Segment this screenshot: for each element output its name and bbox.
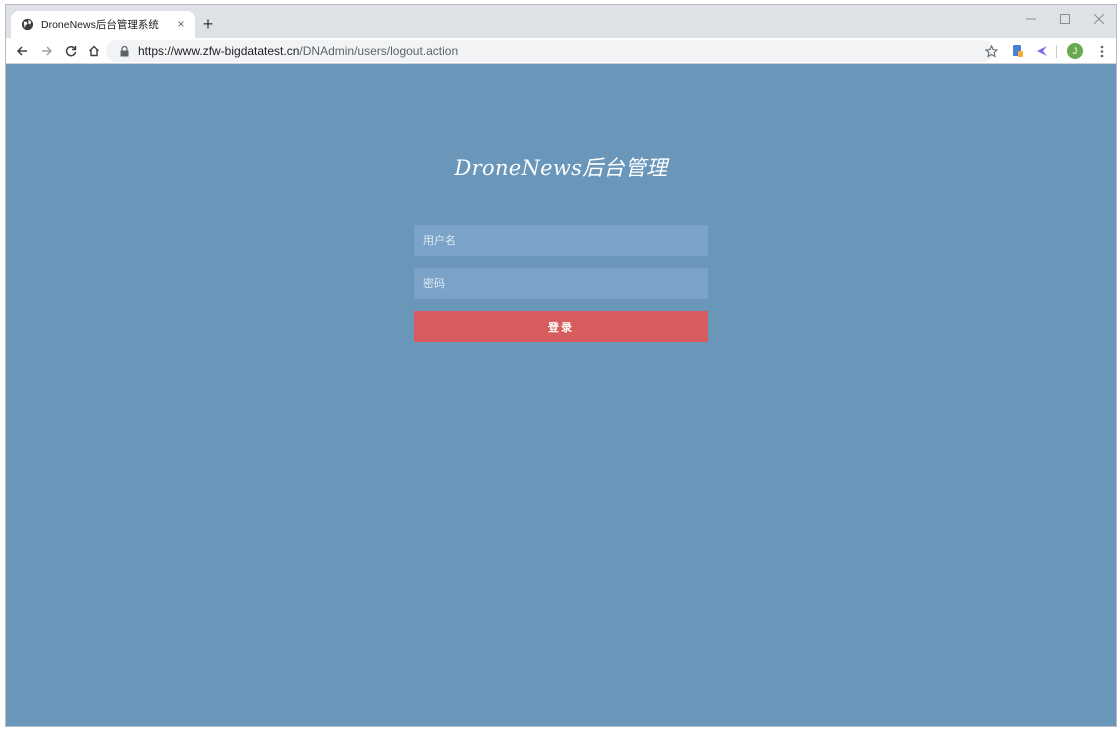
login-title: DroneNews后台管理	[454, 156, 668, 180]
url-host: https://www.zfw-bigdatatest.cn	[138, 44, 300, 58]
extension-icon	[1013, 45, 1023, 57]
bookmark-star-button[interactable]	[981, 41, 1001, 61]
url-text: https://www.zfw-bigdatatest.cn/DNAdmin/u…	[138, 44, 458, 58]
extension-button-2[interactable]	[1032, 41, 1052, 61]
url-path: /DNAdmin/users/logout.action	[299, 44, 459, 58]
minimize-button[interactable]	[1014, 5, 1048, 33]
lock-icon	[118, 44, 130, 58]
extension-button-1[interactable]	[1008, 41, 1028, 61]
browser-menu-button[interactable]	[1094, 41, 1110, 61]
new-tab-button[interactable]: +	[198, 15, 218, 35]
home-button[interactable]	[84, 41, 104, 61]
browser-window: DroneNews后台管理系统 × + https://www.zfw-bigd…	[5, 4, 1117, 727]
username-input[interactable]	[414, 225, 708, 256]
active-tab[interactable]: DroneNews后台管理系统 ×	[11, 11, 195, 38]
back-button[interactable]	[12, 41, 32, 61]
window-controls	[1014, 5, 1116, 35]
home-icon	[89, 45, 99, 57]
reload-icon	[65, 45, 77, 57]
tab-title: DroneNews后台管理系统	[41, 19, 159, 31]
back-arrow-icon	[16, 46, 27, 56]
tab-strip: DroneNews后台管理系统 × +	[6, 5, 1116, 38]
password-input[interactable]	[414, 268, 708, 299]
reload-button[interactable]	[61, 41, 81, 61]
globe-icon	[20, 18, 34, 32]
maximize-button[interactable]	[1048, 5, 1082, 33]
browser-toolbar: https://www.zfw-bigdatatest.cn/DNAdmin/u…	[6, 38, 1116, 64]
profile-avatar[interactable]: J	[1067, 43, 1083, 59]
close-window-button[interactable]	[1082, 5, 1116, 33]
page-content: DroneNews后台管理 登录	[6, 64, 1116, 726]
login-button[interactable]: 登录	[414, 311, 708, 342]
star-icon	[984, 44, 998, 58]
tab-close-button[interactable]: ×	[174, 17, 188, 31]
kebab-menu-icon	[1100, 45, 1104, 57]
forward-button[interactable]	[37, 41, 57, 61]
address-bar[interactable]: https://www.zfw-bigdatatest.cn/DNAdmin/u…	[106, 40, 994, 62]
toolbar-separator	[1056, 45, 1057, 58]
bird-icon	[1037, 46, 1047, 56]
forward-arrow-icon	[42, 46, 53, 56]
